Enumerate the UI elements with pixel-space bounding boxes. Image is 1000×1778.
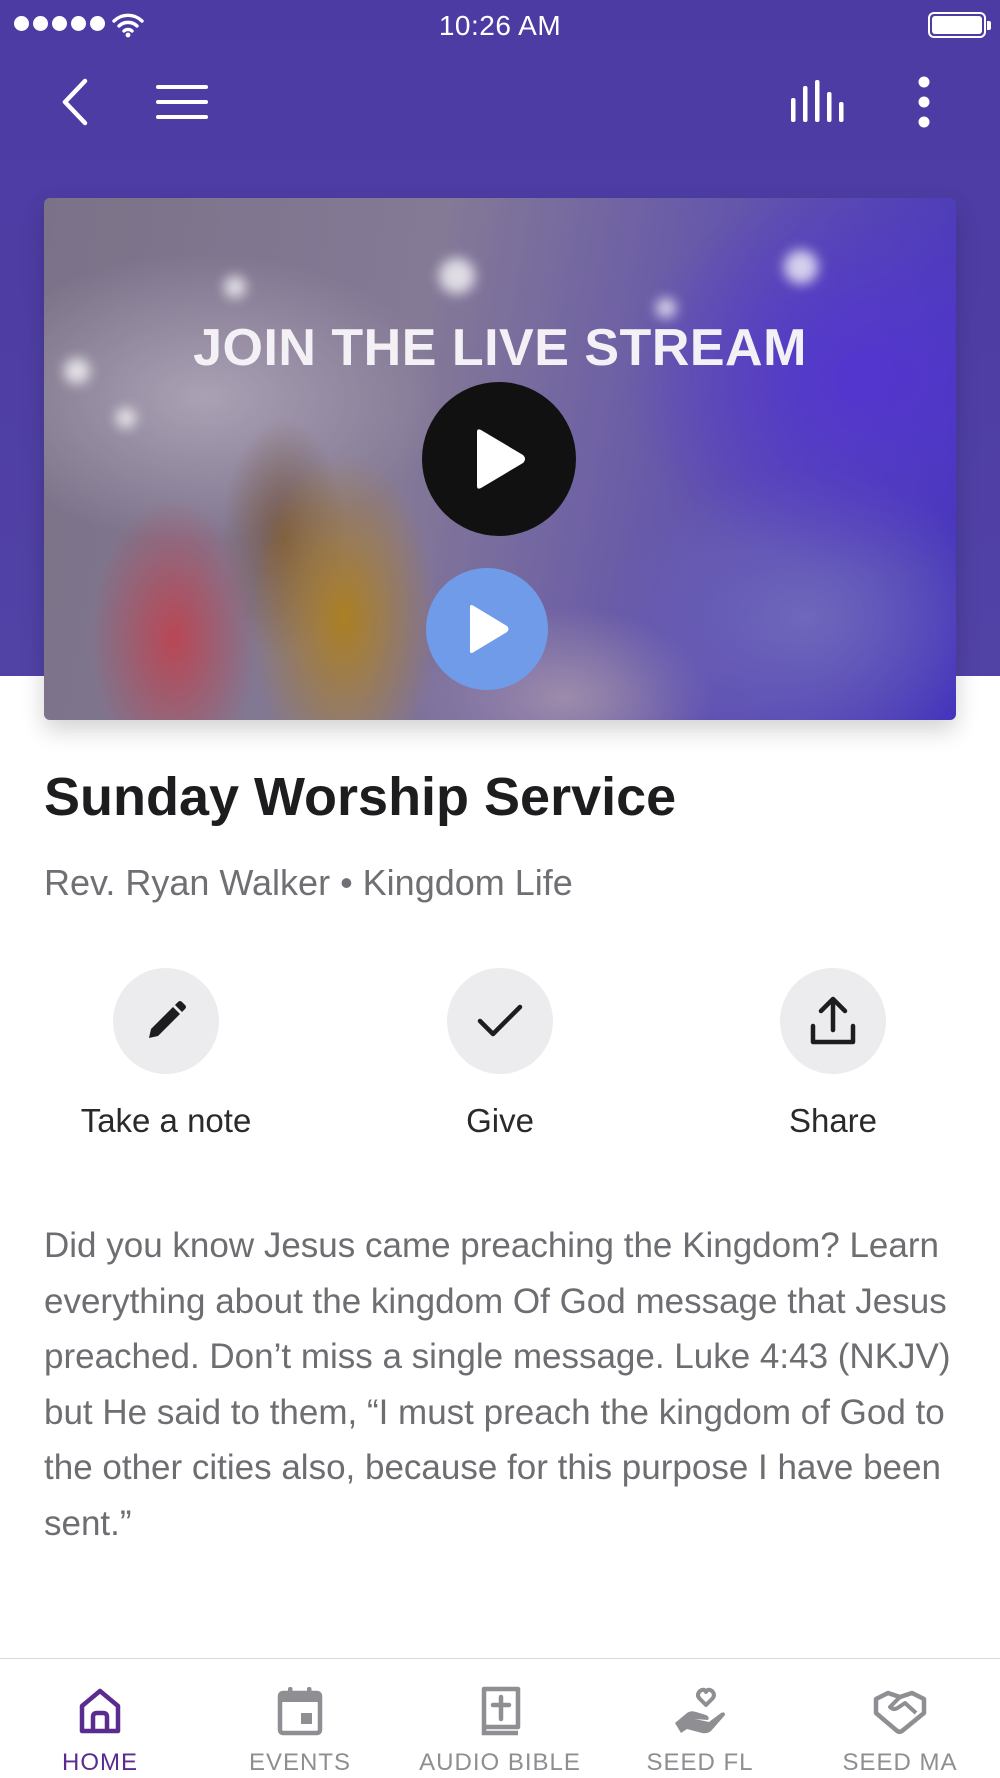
tab-home-label: HOME [62, 1749, 138, 1776]
media-subtitle: Rev. Ryan Walker • Kingdom Life [44, 862, 573, 903]
chevron-left-icon [62, 78, 88, 126]
give-button[interactable]: Give [390, 968, 610, 1140]
video-overlay-title: JOIN THE LIVE STREAM [193, 319, 807, 377]
give-label: Give [466, 1102, 534, 1139]
tab-seed-fl[interactable]: SEED FL [600, 1659, 800, 1778]
hamburger-icon [156, 85, 208, 119]
live-stream-video[interactable]: JOIN THE LIVE STREAM [44, 198, 956, 720]
tab-events-label: EVENTS [248, 1749, 352, 1776]
share-icon [810, 996, 856, 1045]
play-overlay-button[interactable] [426, 568, 548, 690]
home-icon [70, 1681, 130, 1741]
tab-seed-ma[interactable]: SEED MA [800, 1659, 1000, 1778]
take-note-label: Take a note [80, 1102, 252, 1139]
more-options-button[interactable] [892, 70, 956, 134]
tab-seed-fl-label: SEED FL [646, 1749, 754, 1776]
back-button[interactable] [42, 70, 106, 134]
menu-button[interactable] [150, 70, 214, 134]
more-vertical-icon [918, 76, 930, 128]
play-icon [477, 429, 525, 489]
tab-bar: HOME EVENTS AUDIO BIBLE SEED FL SEED MA [0, 1658, 1000, 1778]
page-title: Sunday Worship Service [44, 767, 677, 827]
share-button[interactable]: Share [723, 968, 943, 1140]
status-time: 10:26 AM [438, 10, 562, 41]
navigation-bar [0, 60, 1000, 144]
tab-audio-bible[interactable]: AUDIO BIBLE [400, 1659, 600, 1778]
share-label: Share [788, 1102, 878, 1139]
giving-hand-icon [670, 1681, 730, 1741]
tab-audio-bible-label: AUDIO BIBLE [419, 1749, 581, 1776]
audio-bars-icon [791, 80, 844, 122]
calendar-icon [270, 1681, 330, 1741]
play-button[interactable] [422, 382, 576, 536]
pencil-icon [149, 1001, 186, 1038]
tab-seed-ma-label: SEED MA [842, 1749, 958, 1776]
bible-icon [470, 1681, 530, 1741]
media-description: Did you know Jesus came preaching the Ki… [44, 1226, 951, 1543]
battery-icon [928, 12, 991, 38]
checkmark-icon [477, 1004, 523, 1037]
handshake-icon [870, 1681, 930, 1741]
take-note-button[interactable]: Take a note [56, 968, 276, 1140]
tab-events[interactable]: EVENTS [200, 1659, 400, 1778]
status-bar: 10:26 AM [0, 0, 1000, 52]
audio-button[interactable] [786, 70, 850, 134]
tab-home[interactable]: HOME [0, 1659, 200, 1778]
play-icon [470, 605, 509, 653]
